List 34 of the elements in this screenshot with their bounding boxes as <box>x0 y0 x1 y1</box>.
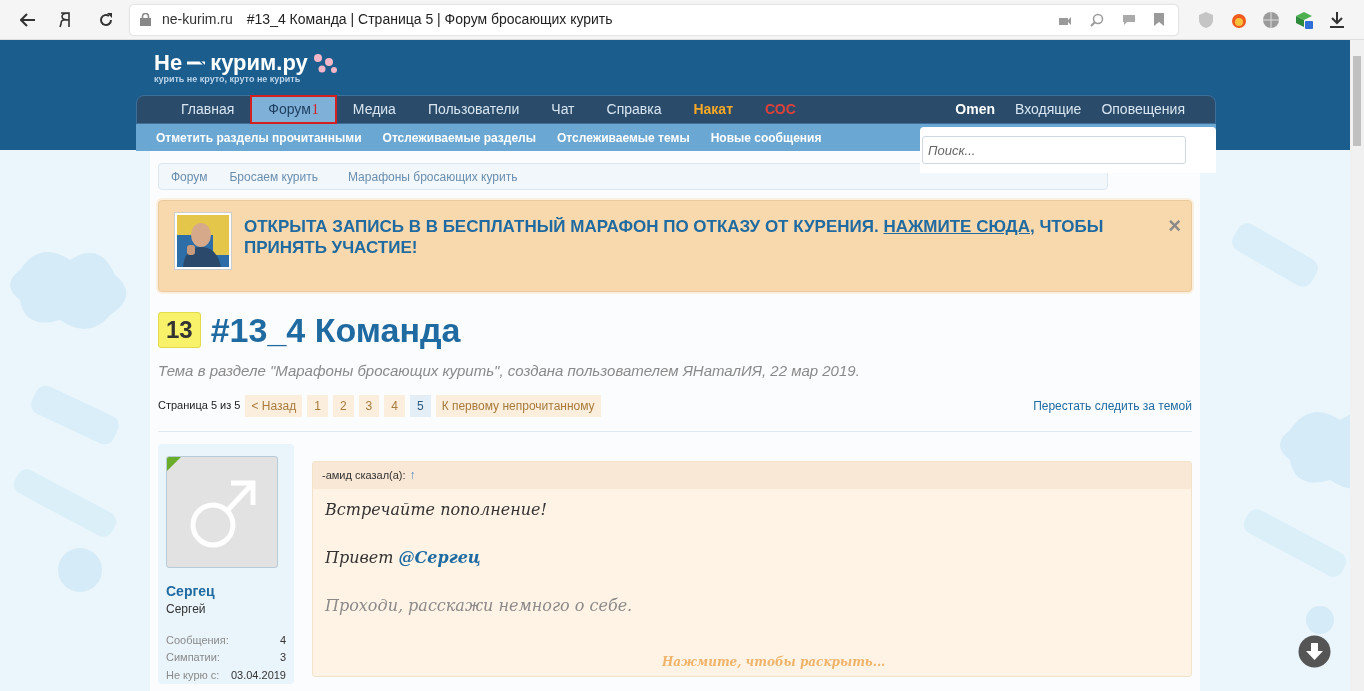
sub-nav-link[interactable]: Отслеживаемые разделы <box>382 128 536 147</box>
page-title: #13_4 Команда | Страница 5 | Форум бросающих курить <box>246 10 613 29</box>
globe-icon[interactable] <box>1262 10 1280 29</box>
zoom-icon[interactable] <box>1090 12 1104 27</box>
nav-tab[interactable]: Чат <box>535 95 591 124</box>
lock-icon <box>140 13 151 26</box>
site-logo[interactable]: курим.ру <box>210 51 308 74</box>
address-domain: ne-kurim.ru <box>162 10 233 29</box>
nav-tab[interactable]: Форум 1 <box>250 95 337 124</box>
user-menu-link[interactable]: Omen <box>945 99 1005 120</box>
back-icon[interactable] <box>20 12 36 27</box>
nav-tab[interactable]: Главная <box>165 95 251 124</box>
browser-logo-icon[interactable] <box>59 11 71 28</box>
shield-icon[interactable] <box>1198 10 1214 29</box>
download-icon[interactable] <box>1330 11 1344 28</box>
bookmark-icon[interactable] <box>1154 13 1164 26</box>
cigarette-icon <box>186 58 207 67</box>
nav-link[interactable]: Входящие <box>1005 99 1092 120</box>
nav-tab[interactable]: Медиа <box>336 95 412 124</box>
nav-tab[interactable]: Справка <box>590 95 678 124</box>
sub-nav-link[interactable]: Новые сообщения <box>710 128 822 147</box>
blossom-icon <box>311 51 338 74</box>
site-logo[interactable]: Не <box>154 51 183 74</box>
nav-tab[interactable]: Накат <box>677 95 749 124</box>
chat-icon[interactable] <box>1122 13 1136 26</box>
sub-nav-link[interactable]: Отслеживаемые темы <box>557 128 690 147</box>
reload-icon[interactable] <box>98 11 114 28</box>
notification-count: 1 <box>311 101 319 119</box>
address-bar[interactable]: ne-kurim.ru #13_4 Команда | Страница 5 | Форум бросающих курить <box>130 4 1178 35</box>
sub-nav-link[interactable]: Отметить разделы прочитанными <box>156 128 362 147</box>
extension-icon[interactable] <box>1294 9 1314 30</box>
nav-link[interactable]: Оповещения <box>1091 99 1195 120</box>
site-tagline: курить не круто, круто не курить <box>154 74 301 84</box>
nav-tab[interactable]: Пользователи <box>411 95 536 124</box>
